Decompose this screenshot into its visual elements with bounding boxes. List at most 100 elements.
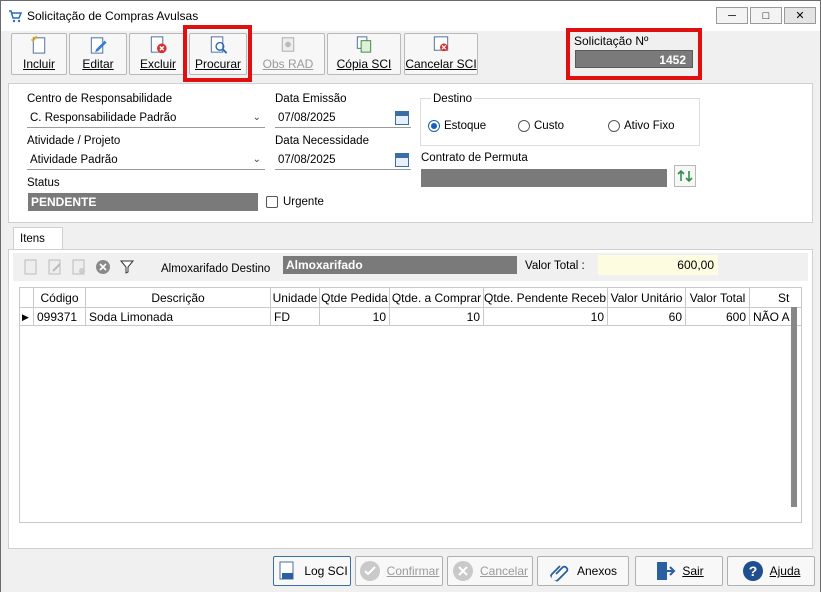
col-header[interactable]: Qtde Pedida <box>320 288 390 308</box>
delete-icon <box>150 36 167 54</box>
vertical-scrollbar[interactable] <box>791 307 797 507</box>
excluir-button[interactable]: Excluir <box>129 33 187 75</box>
data-emissao-value: 07/08/2025 <box>278 112 336 124</box>
table-cell[interactable]: Soda Limonada <box>86 308 271 326</box>
table-cell[interactable]: 600 <box>686 308 750 326</box>
info-icon <box>281 37 295 52</box>
confirmar-label: Confirmar <box>386 564 440 578</box>
data-necessidade-value: 07/08/2025 <box>278 154 336 166</box>
cancelar-button[interactable]: Cancelar <box>447 556 533 586</box>
ajuda-label: Ajuda <box>769 564 801 578</box>
minimize-button[interactable]: ─ <box>716 7 748 24</box>
data-necessidade-label: Data Necessidade <box>275 135 369 147</box>
check-icon <box>359 561 380 581</box>
maximize-button[interactable]: □ <box>750 7 782 24</box>
contrato-field[interactable] <box>421 169 667 187</box>
urgente-checkbox[interactable] <box>266 196 278 208</box>
table-cell[interactable]: 10 <box>320 308 390 326</box>
destino-ativo-label: Ativo Fixo <box>624 120 675 132</box>
col-header[interactable]: Valor Unitário <box>608 288 686 308</box>
table-cell[interactable]: FD <box>271 308 320 326</box>
calendar-icon[interactable] <box>395 111 409 125</box>
highlight-procurar <box>183 25 252 82</box>
data-emissao-label: Data Emissão <box>275 93 347 105</box>
solicitacao-number: 1452 <box>575 50 693 68</box>
row-indicator-header <box>20 288 34 308</box>
contrato-label: Contrato de Permuta <box>421 152 528 164</box>
close-button[interactable]: ✕ <box>784 7 816 24</box>
col-header[interactable]: Código <box>34 288 86 308</box>
col-header[interactable]: St <box>750 288 801 308</box>
main-window: Solicitação de Compras Avulsas ─ □ ✕ Inc… <box>0 0 821 592</box>
copia-sci-button[interactable]: Cópia SCI <box>327 33 401 75</box>
almox-value: Almoxarifado <box>283 256 517 274</box>
new-document-icon <box>31 35 46 54</box>
destino-ativo-radio[interactable] <box>608 120 620 132</box>
edit-icon <box>90 37 107 54</box>
col-header[interactable]: Valor Total <box>686 288 750 308</box>
chevron-down-icon: ⌄ <box>252 112 261 123</box>
log-sci-button[interactable]: Log SCI <box>273 556 351 586</box>
destino-estoque-radio[interactable] <box>428 120 440 132</box>
current-row-arrow-icon: ▶ <box>20 308 34 326</box>
incluir-button[interactable]: Incluir <box>11 33 67 75</box>
data-necessidade-field[interactable]: 07/08/2025 <box>275 150 411 170</box>
cart-icon <box>9 10 22 23</box>
cancelar-label: Cancelar <box>479 564 529 578</box>
table-cell[interactable]: 10 <box>390 308 484 326</box>
anexos-button[interactable]: Anexos <box>537 556 629 586</box>
edit-item-icon[interactable] <box>47 258 63 276</box>
table-cell[interactable]: 60 <box>608 308 686 326</box>
bottom-bar: Log SCI Confirmar Cancelar Anexos Sair ?… <box>1 554 820 592</box>
copy-icon <box>356 36 372 53</box>
editar-button[interactable]: Editar <box>69 33 127 75</box>
destino-custo-label: Custo <box>534 120 565 132</box>
help-icon: ? <box>742 561 763 581</box>
destino-label: Destino <box>431 93 474 105</box>
col-header[interactable]: Unidade <box>271 288 320 308</box>
atividade-select[interactable]: Atividade Padrão ⌄ <box>27 150 265 170</box>
status-label: Status <box>27 177 60 189</box>
obs-rad-button[interactable]: Obs RAD <box>251 33 325 75</box>
centro-label: Centro de Responsabilidade <box>27 93 173 105</box>
valor-total-label: Valor Total : <box>525 260 585 272</box>
title-bar: Solicitação de Compras Avulsas ─ □ ✕ <box>1 1 820 31</box>
cancel-icon <box>452 561 473 581</box>
table-cell[interactable]: 099371 <box>34 308 86 326</box>
almox-label: Almoxarifado Destino <box>161 263 271 275</box>
swap-arrows-icon <box>677 169 693 183</box>
cancelar-sci-button[interactable]: Cancelar SCI <box>404 33 478 75</box>
col-header[interactable]: Qtde. Pendente Receb. <box>484 288 608 308</box>
destino-estoque-label: Estoque <box>444 120 487 132</box>
anexos-label: Anexos <box>576 564 618 578</box>
col-header[interactable]: Descrição <box>86 288 271 308</box>
centro-select[interactable]: C. Responsabilidade Padrão ⌄ <box>27 108 265 128</box>
add-item-icon[interactable] <box>23 258 39 276</box>
window-title: Solicitação de Compras Avulsas <box>27 9 199 23</box>
data-emissao-field[interactable]: 07/08/2025 <box>275 108 411 128</box>
valor-total-value: 600,00 <box>598 255 718 275</box>
col-header[interactable]: Qtde. a Comprar <box>390 288 484 308</box>
sair-button[interactable]: Sair <box>635 556 723 586</box>
exit-icon <box>657 562 676 580</box>
cancel-document-icon <box>433 36 449 52</box>
tab-itens[interactable]: Itens <box>13 227 63 249</box>
swap-button[interactable] <box>674 165 696 187</box>
calendar-icon[interactable] <box>395 153 409 167</box>
status-value: PENDENTE <box>28 193 258 211</box>
ajuda-button[interactable]: ? Ajuda <box>727 556 815 586</box>
destino-custo-radio[interactable] <box>518 120 530 132</box>
centro-value: C. Responsabilidade Padrão <box>30 112 177 124</box>
delete-item-icon[interactable] <box>71 258 87 276</box>
urgente-label: Urgente <box>283 196 324 208</box>
table-cell[interactable]: 10 <box>484 308 608 326</box>
filter-icon[interactable] <box>119 258 135 276</box>
atividade-label: Atividade / Projeto <box>27 135 121 147</box>
confirmar-button[interactable]: Confirmar <box>355 556 443 586</box>
svg-text:?: ? <box>748 563 757 579</box>
remove-circle-icon[interactable] <box>95 258 111 276</box>
items-table[interactable]: Código Descrição Unidade Qtde Pedida Qtd… <box>19 287 802 523</box>
sair-label: Sair <box>682 564 704 578</box>
paperclip-icon <box>549 565 569 582</box>
chevron-down-icon: ⌄ <box>252 154 261 165</box>
